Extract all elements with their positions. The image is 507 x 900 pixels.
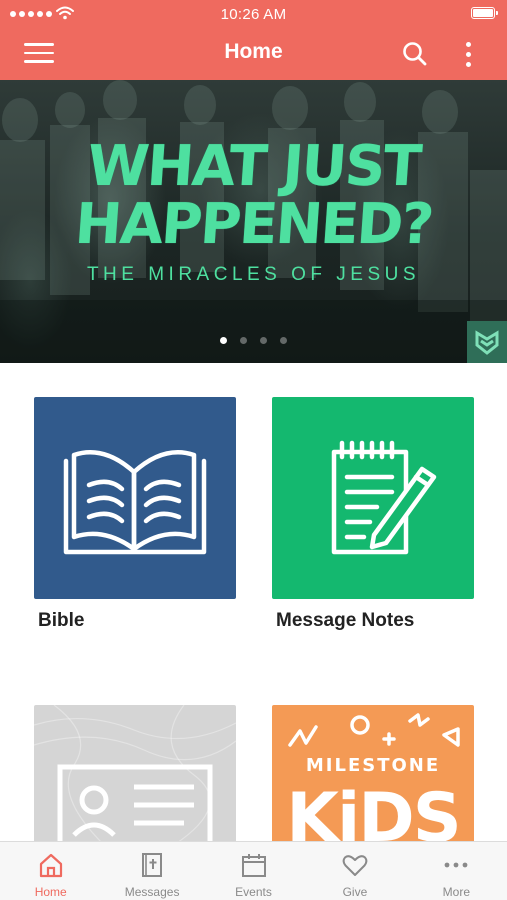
chevron-shield-icon (475, 330, 499, 355)
tab-home-label: Home (34, 885, 67, 899)
tab-events-label: Events (235, 885, 272, 899)
top-bar: 10:26 AM Home (0, 0, 507, 80)
tab-give-label: Give (342, 885, 368, 899)
tab-messages[interactable]: Messages (101, 842, 202, 900)
carousel-dot[interactable] (240, 337, 247, 344)
tab-more-label: More (442, 885, 470, 899)
calendar-icon (241, 854, 266, 877)
milestone-kids-logo: MILESTONE KiDS (286, 713, 462, 845)
home-icon (39, 853, 62, 878)
tab-home[interactable]: Home (0, 842, 101, 900)
message-notes-tile[interactable] (272, 397, 474, 599)
carousel-dot[interactable] (280, 337, 287, 344)
banner-text: WHAT JUST HAPPENED? THE MIRACLES OF JESU… (0, 134, 507, 286)
status-bar: 10:26 AM (0, 0, 507, 28)
search-icon[interactable] (400, 39, 430, 69)
bible-tile-label[interactable]: Bible (38, 610, 84, 632)
tab-events[interactable]: Events (203, 842, 304, 900)
kids-logo-top-text: MILESTONE (306, 755, 440, 776)
tab-give[interactable]: Give (304, 842, 405, 900)
open-book-icon (63, 450, 207, 555)
hamburger-menu-icon[interactable] (24, 40, 54, 66)
bottom-tab-bar: Home Messages Events Give More (0, 841, 507, 900)
contact-card-icon (34, 705, 236, 845)
page-title: Home (224, 40, 283, 63)
carousel-indicator (0, 337, 507, 344)
carousel-dot[interactable] (260, 337, 267, 344)
hero-banner[interactable]: WHAT JUST HAPPENED? THE MIRACLES OF JESU… (0, 80, 507, 363)
bible-cross-icon (142, 853, 163, 877)
tab-messages-label: Messages (124, 885, 180, 899)
battery-icon (471, 7, 498, 19)
notepad-pencil-icon (331, 440, 437, 555)
app-header: Home (0, 28, 507, 80)
carousel-dot[interactable] (220, 337, 227, 344)
kids-logo-main-text: KiDS (286, 779, 459, 845)
vertical-ellipsis-icon[interactable] (456, 38, 480, 70)
banner-subtitle: THE MIRACLES OF JESUS (86, 264, 421, 285)
heart-icon (342, 855, 368, 876)
connect-card-tile[interactable] (34, 705, 236, 845)
more-dots-icon (444, 862, 468, 868)
milestone-kids-tile[interactable]: MILESTONE KiDS (272, 705, 474, 845)
message-notes-tile-label[interactable]: Message Notes (276, 610, 414, 632)
bible-tile[interactable] (34, 397, 236, 599)
status-time: 10:26 AM (220, 6, 287, 23)
tab-more[interactable]: More (406, 842, 507, 900)
brand-badge[interactable] (467, 321, 507, 363)
banner-headline-line1: WHAT JUST (85, 134, 422, 199)
banner-headline-line2: HAPPENED? (72, 192, 435, 257)
